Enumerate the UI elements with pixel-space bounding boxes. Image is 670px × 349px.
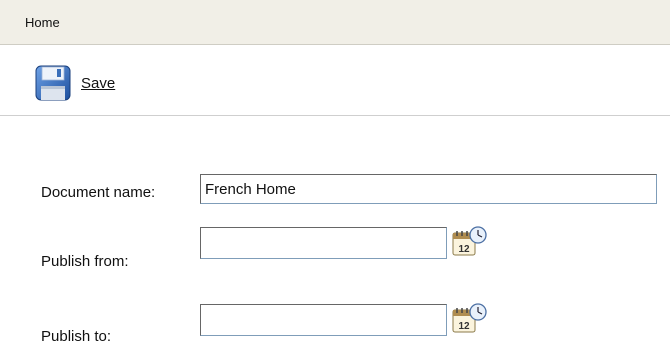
svg-text:12: 12 [458, 321, 470, 332]
breadcrumb: Home [0, 0, 670, 45]
publish-to-label: Publish to: [41, 328, 112, 345]
page: Home Save Document name: Publish f [0, 0, 670, 349]
svg-text:12: 12 [458, 244, 470, 255]
publish-to-field[interactable] [200, 304, 447, 336]
publish-from-label: Publish from: [41, 253, 129, 270]
calendar-icon: 12 [452, 226, 487, 256]
save-label: Save [81, 74, 116, 92]
floppy-disk-icon [35, 65, 71, 101]
save-button[interactable]: Save [34, 64, 115, 102]
publish-from-field[interactable] [200, 227, 447, 259]
publish-to-calendar-button[interactable]: 12 [451, 302, 489, 336]
toolbar: Save [0, 46, 670, 116]
publish-from-calendar-button[interactable]: 12 [451, 225, 489, 259]
document-name-field[interactable] [200, 174, 657, 204]
page-title: Home [25, 15, 60, 30]
document-name-label: Document name: [41, 184, 156, 201]
calendar-icon: 12 [452, 303, 487, 333]
